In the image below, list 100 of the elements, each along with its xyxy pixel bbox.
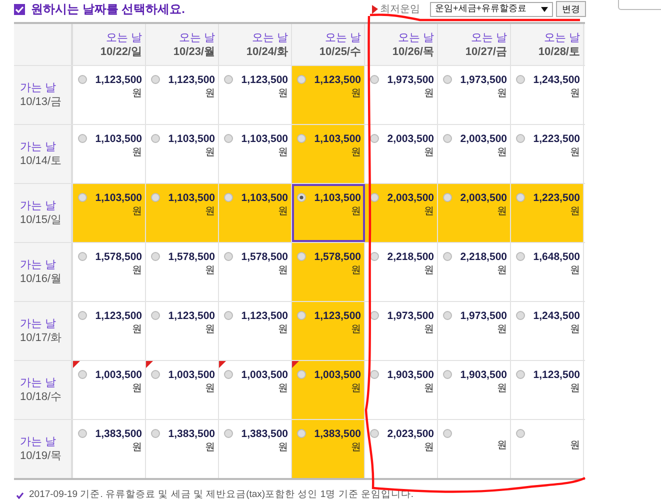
fare-cell[interactable]: 1,223,500 원	[511, 184, 584, 242]
fare-price: 1,903,500	[460, 369, 507, 381]
fare-price: 1,973,500	[460, 74, 507, 86]
header-label: 오는 날	[178, 30, 215, 44]
fare-cell[interactable]: 1,383,500 원	[292, 420, 365, 478]
radio-button[interactable]	[443, 193, 452, 202]
radio-button[interactable]	[297, 134, 306, 143]
fare-price: 2,218,500	[387, 251, 434, 263]
fare-price: 1,578,500	[314, 251, 361, 263]
radio-button[interactable]	[443, 429, 452, 438]
fare-cell[interactable]: 2,003,500 원	[365, 184, 438, 242]
row-date: 10/13/금	[20, 95, 63, 109]
radio-button[interactable]	[516, 134, 525, 143]
change-button[interactable]: 변경	[556, 1, 586, 17]
fare-price: 1,123,500	[314, 74, 361, 86]
radio-button[interactable]	[516, 370, 525, 379]
radio-button[interactable]	[297, 311, 306, 320]
fare-cell[interactable]: 1,103,500 원	[292, 125, 365, 183]
radio-button[interactable]	[443, 370, 452, 379]
fare-price: 1,578,500	[95, 251, 142, 263]
fare-price: 1,103,500	[168, 133, 215, 145]
radio-button[interactable]	[78, 134, 87, 143]
radio-button[interactable]	[516, 429, 525, 438]
radio-button[interactable]	[151, 429, 160, 438]
currency-label: 원	[424, 206, 434, 218]
fare-price: 1,103,500	[314, 192, 361, 204]
currency-label: 원	[497, 324, 507, 336]
fare-cell[interactable]: 2,003,500 원	[438, 184, 511, 242]
radio-button[interactable]	[297, 75, 306, 84]
radio-button[interactable]	[516, 252, 525, 261]
currency-label: 원	[351, 383, 361, 395]
currency-label: 원	[205, 147, 215, 159]
radio-button[interactable]	[151, 252, 160, 261]
radio-button[interactable]	[78, 75, 87, 84]
fare-select[interactable]: 운임+세금+유류할증료	[430, 2, 553, 16]
radio-button[interactable]	[151, 370, 160, 379]
currency-label: 원	[278, 442, 288, 454]
radio-button[interactable]	[370, 134, 379, 143]
fare-price: 1,103,500	[314, 133, 361, 145]
radio-button[interactable]	[516, 193, 525, 202]
fare-cell[interactable]: 1,003,500 원	[219, 361, 292, 419]
radio-button[interactable]	[297, 370, 306, 379]
currency-label: 원	[132, 442, 142, 454]
radio-button[interactable]	[224, 252, 233, 261]
currency-label: 원	[351, 88, 361, 100]
radio-button[interactable]	[224, 134, 233, 143]
radio-button[interactable]	[297, 193, 306, 202]
fare-price: 1,103,500	[95, 192, 142, 204]
fare-cell[interactable]: 1,103,500 원	[146, 184, 219, 242]
radio-button[interactable]	[224, 370, 233, 379]
radio-button[interactable]	[516, 75, 525, 84]
currency-label: 원	[497, 88, 507, 100]
currency-label: 원	[424, 324, 434, 336]
fare-cell[interactable]: 1,103,500 원	[73, 184, 146, 242]
fare-cell[interactable]: 1,103,500 원	[292, 184, 365, 242]
radio-button[interactable]	[443, 75, 452, 84]
header-label: 오는 날	[324, 30, 361, 44]
radio-button[interactable]	[151, 193, 160, 202]
row-date: 10/18/수	[20, 390, 63, 404]
radio-button[interactable]	[516, 311, 525, 320]
radio-button[interactable]	[224, 429, 233, 438]
radio-button[interactable]	[78, 429, 87, 438]
radio-button[interactable]	[370, 75, 379, 84]
radio-button[interactable]	[297, 252, 306, 261]
radio-button[interactable]	[443, 252, 452, 261]
radio-button[interactable]	[78, 370, 87, 379]
fare-price: 1,103,500	[168, 192, 215, 204]
radio-button[interactable]	[224, 75, 233, 84]
radio-button[interactable]	[78, 252, 87, 261]
fare-cell[interactable]: 1,103,500 원	[219, 184, 292, 242]
fare-cell[interactable]: 1,003,500 원	[73, 361, 146, 419]
radio-button[interactable]	[151, 311, 160, 320]
radio-button[interactable]	[224, 311, 233, 320]
radio-button[interactable]	[151, 134, 160, 143]
currency-label: 원	[424, 383, 434, 395]
fare-price: 2,003,500	[460, 133, 507, 145]
flag-icon	[372, 4, 378, 14]
fare-cell[interactable]: 1,123,500 원	[292, 66, 365, 124]
radio-button[interactable]	[370, 370, 379, 379]
radio-button[interactable]	[78, 311, 87, 320]
radio-button[interactable]	[151, 75, 160, 84]
fare-cell[interactable]: 1,003,500 원	[292, 361, 365, 419]
header-date: 10/24/화	[246, 44, 288, 58]
currency-label: 원	[497, 206, 507, 218]
currency-label: 원	[351, 206, 361, 218]
radio-button[interactable]	[224, 193, 233, 202]
currency-label: 원	[205, 383, 215, 395]
fare-cell[interactable]: 1,578,500 원	[292, 243, 365, 301]
radio-button[interactable]	[78, 193, 87, 202]
fare-cell[interactable]: 1,123,500 원	[292, 302, 365, 360]
currency-label: 원	[570, 147, 580, 159]
fare-price: 1,123,500	[314, 310, 361, 322]
row-label: 가는 날	[20, 435, 58, 449]
fare-cell[interactable]: 1,003,500 원	[146, 361, 219, 419]
radio-button[interactable]	[370, 429, 379, 438]
radio-button[interactable]	[443, 134, 452, 143]
currency-label: 원	[570, 88, 580, 100]
radio-button[interactable]	[297, 429, 306, 438]
radio-button[interactable]	[443, 311, 452, 320]
header-label: 오는 날	[398, 30, 434, 44]
